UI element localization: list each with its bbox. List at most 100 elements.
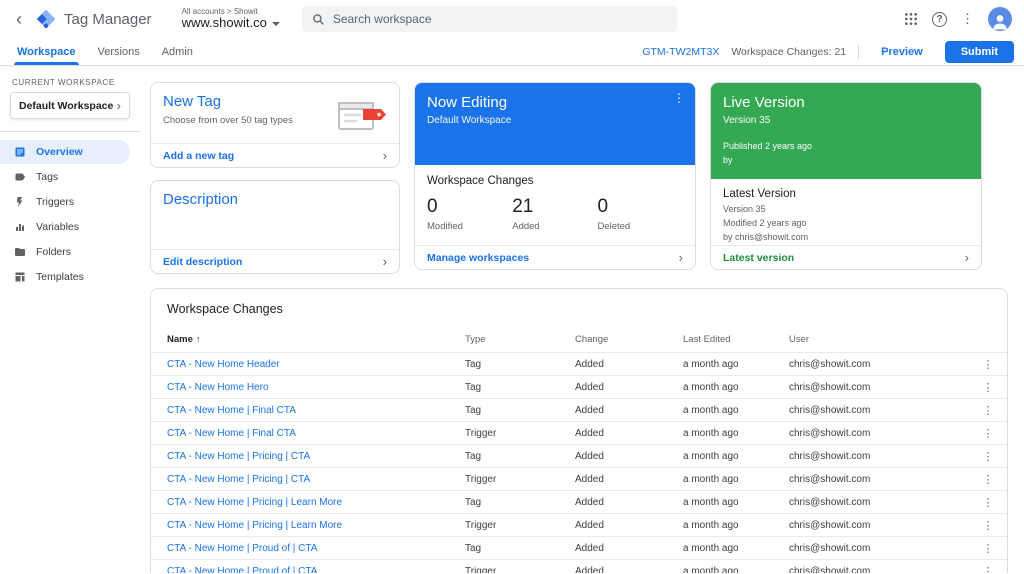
submit-button[interactable]: Submit bbox=[944, 40, 1014, 63]
row-name-link[interactable]: CTA - New Home | Proud of | CTA bbox=[167, 566, 465, 574]
description-title[interactable]: Description bbox=[163, 191, 387, 208]
row-last-edited: a month ago bbox=[683, 565, 739, 574]
row-change: Added bbox=[575, 496, 604, 508]
row-menu-icon[interactable]: ⋮ bbox=[975, 542, 1001, 555]
table-row: CTA - New Home | Final CTA Tag Added a m… bbox=[151, 398, 1007, 421]
stat-label: Modified bbox=[427, 221, 463, 232]
column-header-user[interactable]: User bbox=[789, 334, 975, 345]
workspace-selector-label: Default Workspace bbox=[19, 99, 114, 112]
row-change: Added bbox=[575, 565, 604, 574]
now-editing-workspace: Default Workspace bbox=[427, 115, 512, 126]
row-type: Trigger bbox=[465, 565, 497, 574]
row-menu-icon[interactable]: ⋮ bbox=[975, 473, 1001, 486]
new-tag-title[interactable]: New Tag bbox=[163, 93, 293, 110]
stat-label: Added bbox=[512, 221, 540, 232]
tab-workspace[interactable]: Workspace bbox=[6, 38, 87, 65]
column-header-change[interactable]: Change bbox=[575, 334, 683, 345]
row-menu-icon[interactable]: ⋮ bbox=[975, 404, 1001, 417]
sidebar-item-triggers[interactable]: Triggers bbox=[0, 190, 130, 214]
column-header-last-edited[interactable]: Last Edited bbox=[683, 334, 789, 345]
card-menu-icon[interactable]: ⋮ bbox=[673, 91, 685, 105]
row-menu-icon[interactable]: ⋮ bbox=[975, 496, 1001, 509]
row-menu-icon[interactable]: ⋮ bbox=[975, 358, 1001, 371]
row-name-link[interactable]: CTA - New Home | Proud of | CTA bbox=[167, 543, 465, 554]
row-user: chris@showit.com bbox=[789, 450, 871, 462]
manage-workspaces-button[interactable]: Manage workspaces › bbox=[415, 245, 695, 269]
table-row: CTA - New Home Hero Tag Added a month ag… bbox=[151, 375, 1007, 398]
row-user: chris@showit.com bbox=[789, 496, 871, 508]
row-user: chris@showit.com bbox=[789, 542, 871, 554]
row-change: Added bbox=[575, 427, 604, 439]
tag-icon bbox=[15, 173, 25, 181]
account-container-switcher[interactable]: All accounts > Showit www.showit.co bbox=[182, 7, 280, 31]
row-type: Tag bbox=[465, 450, 482, 462]
top-bar: ‹ Tag Manager All accounts > Showit www.… bbox=[0, 0, 1024, 38]
row-menu-icon[interactable]: ⋮ bbox=[975, 381, 1001, 394]
sidebar-item-label: Variables bbox=[36, 221, 79, 233]
row-name-link[interactable]: CTA - New Home | Pricing | CTA bbox=[167, 474, 465, 485]
avatar[interactable] bbox=[988, 7, 1012, 31]
table-row: CTA - New Home | Pricing | CTA Tag Added… bbox=[151, 444, 1007, 467]
row-name-link[interactable]: CTA - New Home Header bbox=[167, 359, 465, 370]
gtm-container-id[interactable]: GTM-TW2MT3X bbox=[642, 46, 719, 58]
row-name-link[interactable]: CTA - New Home | Pricing | Learn More bbox=[167, 520, 465, 531]
sidebar-item-variables[interactable]: Variables bbox=[0, 215, 130, 239]
search-input[interactable] bbox=[332, 12, 667, 26]
stat-modified: 0 Modified bbox=[427, 196, 512, 232]
preview-button[interactable]: Preview bbox=[871, 42, 933, 62]
row-last-edited: a month ago bbox=[683, 404, 739, 416]
latest-version-heading: Latest Version bbox=[723, 188, 796, 200]
help-icon[interactable]: ? bbox=[932, 11, 947, 27]
app-title: Tag Manager bbox=[64, 10, 152, 28]
add-new-tag-button[interactable]: Add a new tag › bbox=[151, 143, 399, 167]
column-header-type[interactable]: Type bbox=[465, 334, 575, 345]
sidebar-item-tags[interactable]: Tags bbox=[0, 165, 130, 189]
sort-ascending-icon: ↑ bbox=[195, 334, 201, 344]
row-change: Added bbox=[575, 450, 604, 462]
sidebar-item-label: Folders bbox=[36, 246, 72, 258]
sidebar-item-overview[interactable]: Overview bbox=[0, 140, 130, 164]
tab-versions[interactable]: Versions bbox=[87, 38, 151, 65]
row-menu-icon[interactable]: ⋮ bbox=[975, 450, 1001, 463]
row-name-link[interactable]: CTA - New Home | Pricing | CTA bbox=[167, 451, 465, 462]
row-user: chris@showit.com bbox=[789, 519, 871, 531]
row-name-link[interactable]: CTA - New Home | Final CTA bbox=[167, 428, 465, 439]
overview-icon bbox=[15, 147, 25, 157]
tab-admin[interactable]: Admin bbox=[151, 38, 204, 65]
row-menu-icon[interactable]: ⋮ bbox=[975, 427, 1001, 440]
table-title: Workspace Changes bbox=[167, 302, 283, 316]
live-published-ago: Published 2 years ago bbox=[723, 141, 813, 152]
row-type: Tag bbox=[465, 542, 482, 554]
latest-version-button[interactable]: Latest version › bbox=[711, 245, 981, 269]
divider bbox=[0, 131, 140, 132]
chevron-right-icon: › bbox=[678, 250, 683, 265]
add-new-tag-label: Add a new tag bbox=[163, 149, 235, 162]
back-icon[interactable]: ‹ bbox=[8, 10, 30, 28]
edit-description-button[interactable]: Edit description › bbox=[151, 249, 399, 273]
apps-grid-icon[interactable] bbox=[904, 12, 918, 26]
row-name-link[interactable]: CTA - New Home Hero bbox=[167, 382, 465, 393]
row-user: chris@showit.com bbox=[789, 473, 871, 485]
row-name-link[interactable]: CTA - New Home | Final CTA bbox=[167, 405, 465, 416]
row-menu-icon[interactable]: ⋮ bbox=[975, 565, 1001, 574]
table-row: CTA - New Home | Proud of | CTA Trigger … bbox=[151, 559, 1007, 573]
column-header-name[interactable]: Name ↑ bbox=[167, 334, 465, 345]
row-user: chris@showit.com bbox=[789, 358, 871, 370]
now-editing-title: Now Editing bbox=[427, 94, 508, 111]
folder-icon bbox=[15, 248, 25, 256]
row-menu-icon[interactable]: ⋮ bbox=[975, 519, 1001, 532]
row-type: Tag bbox=[465, 358, 482, 370]
search-bar[interactable] bbox=[301, 6, 677, 32]
row-name-link[interactable]: CTA - New Home | Pricing | Learn More bbox=[167, 497, 465, 508]
overflow-menu-icon[interactable]: ⋮ bbox=[961, 11, 974, 27]
latest-version-author: by chris@showit.com bbox=[723, 231, 809, 242]
live-version-card: Live Version Version 35 Published 2 year… bbox=[710, 82, 982, 270]
current-workspace-label: CURRENT WORKSPACE bbox=[12, 78, 115, 87]
workspace-selector[interactable]: Default Workspace › bbox=[10, 92, 130, 119]
table-body: CTA - New Home Header Tag Added a month … bbox=[151, 352, 1007, 573]
row-user: chris@showit.com bbox=[789, 427, 871, 439]
stat-value: 0 bbox=[597, 196, 609, 217]
now-editing-card: Now Editing Default Workspace ⋮ Workspac… bbox=[414, 82, 696, 270]
sidebar-item-templates[interactable]: Templates bbox=[0, 265, 130, 289]
sidebar-item-folders[interactable]: Folders bbox=[0, 240, 130, 264]
